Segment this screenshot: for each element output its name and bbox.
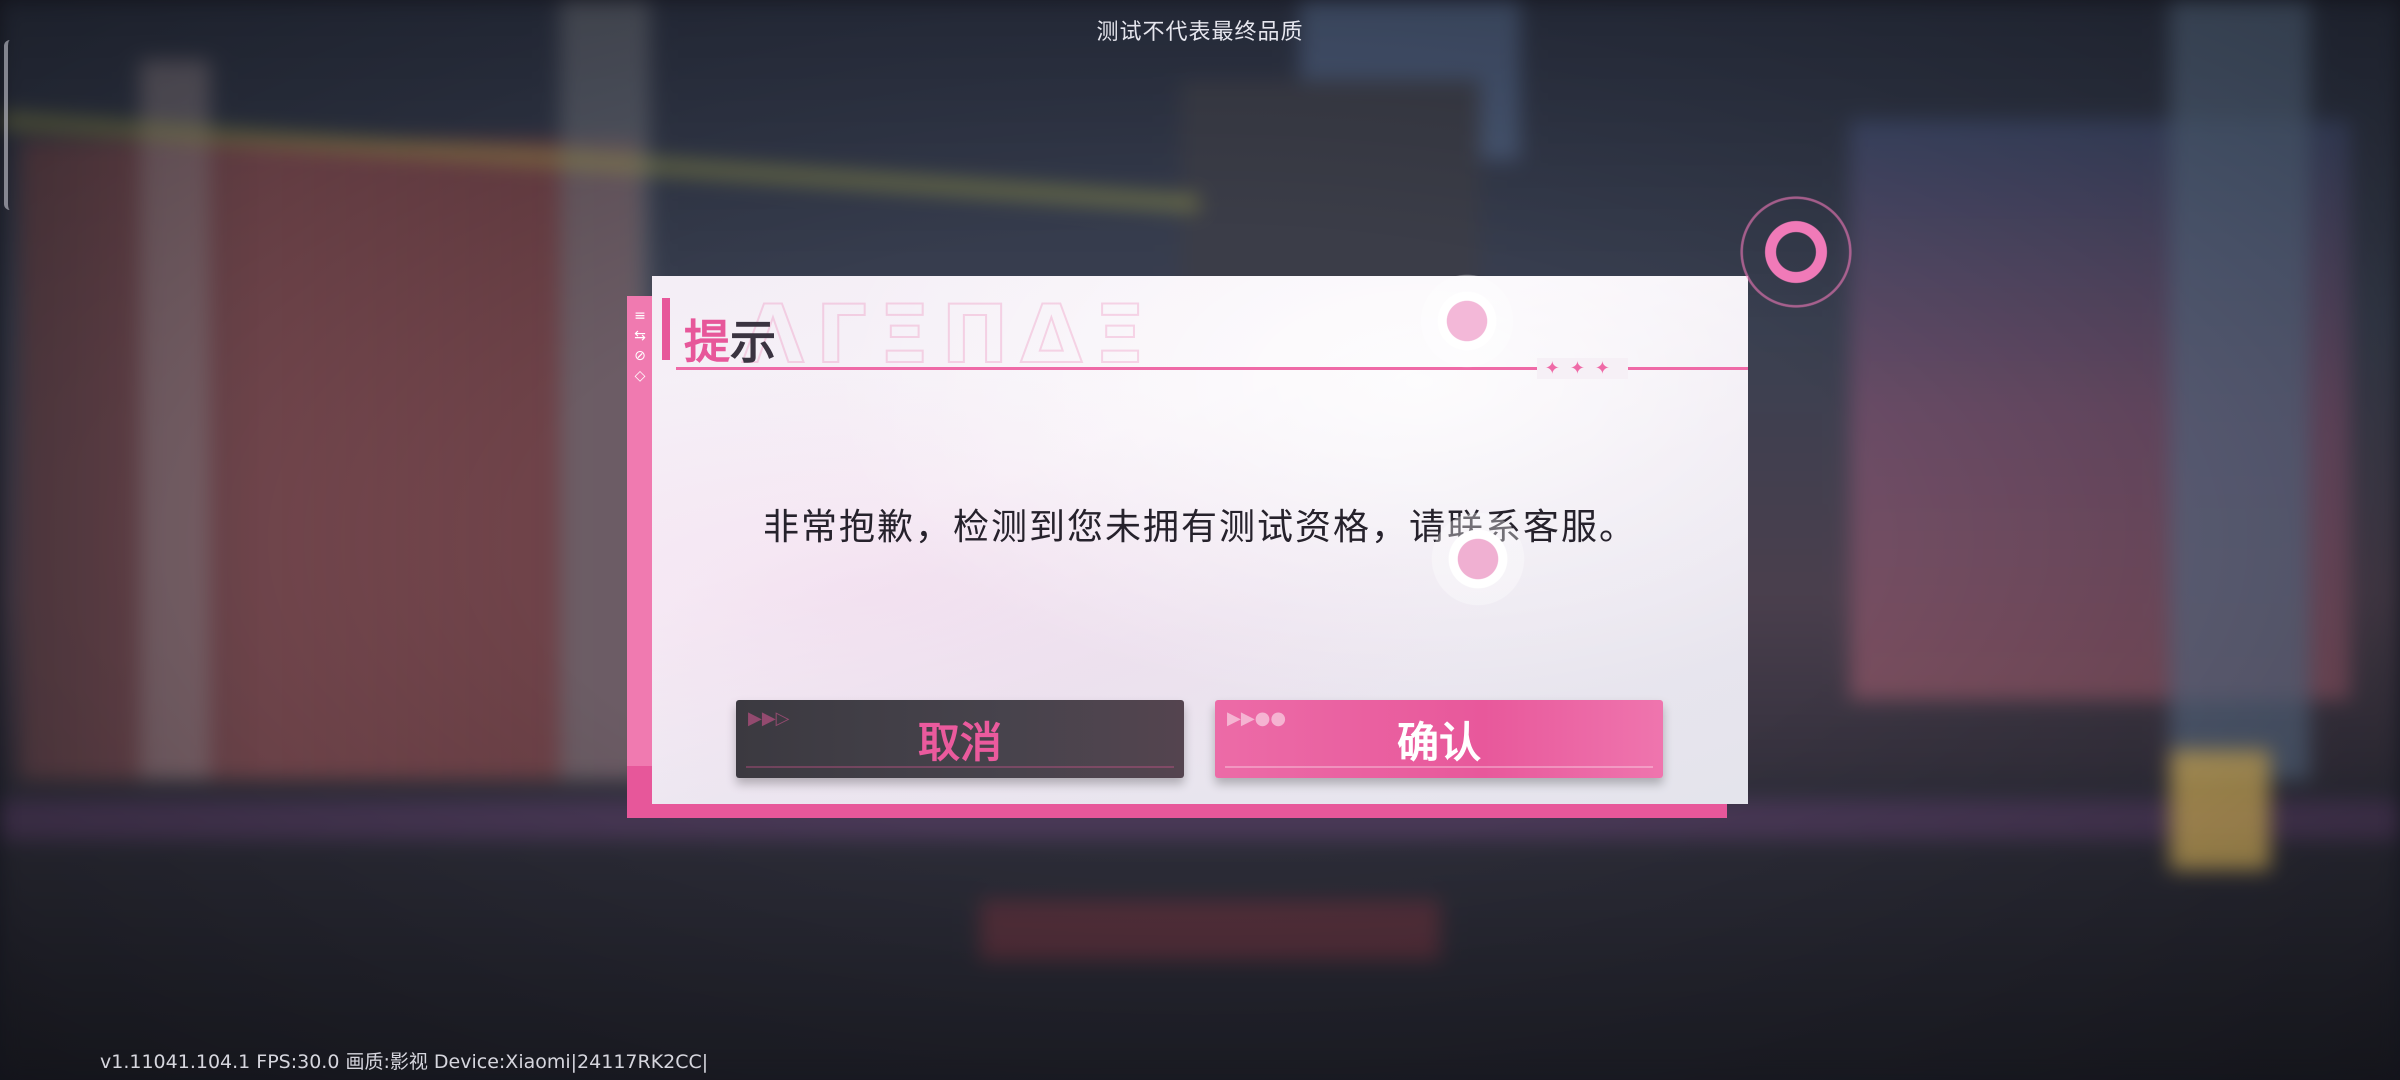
dialog-title-accent: 提 (684, 315, 730, 369)
cancel-button[interactable]: ▶▶▷ 取消 (736, 700, 1184, 778)
ring-decoration-icon (1736, 192, 1856, 312)
menu-lines-icon: ≡ (634, 308, 646, 324)
confirm-button[interactable]: ▶▶●● 确认 (1215, 700, 1663, 778)
diamond-icon: ◇ (634, 368, 646, 384)
circle-icon: ⊘ (634, 348, 646, 364)
dialog-title-rest: 示 (730, 315, 776, 369)
play-arrows-icon: ▶▶●● (1227, 708, 1287, 729)
play-arrows-icon: ▶▶▷ (748, 708, 790, 729)
version-info: v1.11041.104.1 FPS:30.0 画质:影视 Device:Xia… (100, 1051, 709, 1073)
cancel-button-label: 取消 (917, 717, 1002, 767)
edge-handle (4, 40, 14, 210)
prompt-dialog: ΛΓΞΠΔΞ 提示 ✦✦✦ 非常抱歉，检测到您未拥有测试资格，请联系客服。 ▶▶… (652, 276, 1748, 804)
ring-decoration-icon (1424, 505, 1532, 613)
test-quality-notice: 测试不代表最终品质 (1096, 20, 1304, 45)
confirm-button-label: 确认 (1396, 717, 1481, 767)
ring-decoration-icon (1413, 267, 1521, 375)
sparkle-icon: ✦✦✦ (1536, 358, 1628, 379)
arrows-icon: ⇆ (634, 328, 646, 344)
dialog-side-strip (627, 296, 653, 766)
title-accent-bar (662, 298, 670, 360)
dialog-message: 非常抱歉，检测到您未拥有测试资格，请联系客服。 (762, 507, 1637, 548)
dialog-title: 提示 (684, 306, 776, 372)
